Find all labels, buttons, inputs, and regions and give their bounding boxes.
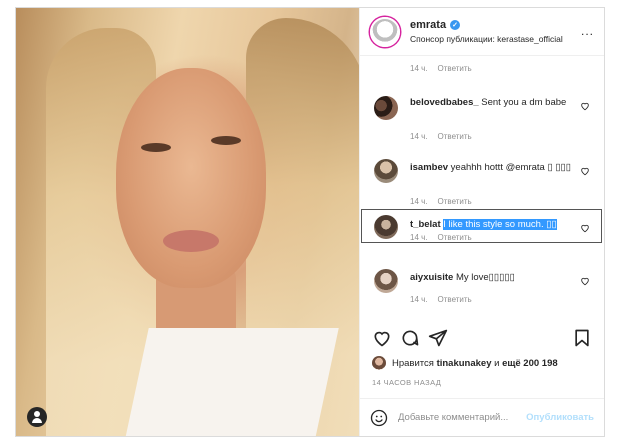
reply-button[interactable]: Ответить [438, 295, 472, 304]
liker-avatar[interactable] [372, 356, 386, 370]
likes-prefix: Нравится [392, 357, 434, 369]
post-photo[interactable] [16, 8, 359, 436]
publish-button[interactable]: Опубликовать [526, 412, 594, 423]
commenter-avatar[interactable] [374, 215, 398, 239]
sponsor-line[interactable]: Спонсор публикации: kerastase_official [410, 34, 563, 44]
comment-username[interactable]: t_belat [410, 219, 441, 230]
post-header: emrata ✓ Спонсор публикации: kerastase_o… [360, 8, 604, 56]
reply-button[interactable]: Ответить [438, 197, 472, 206]
likes-summary: Нравится tinakunakey и ещё 200 198 [372, 356, 596, 370]
heart-icon[interactable] [580, 276, 590, 286]
comment-icon[interactable] [400, 328, 420, 348]
heart-icon[interactable] [580, 101, 590, 111]
verified-icon: ✓ [450, 20, 461, 30]
heart-icon[interactable] [580, 223, 590, 233]
comment-time: 14 ч. [410, 295, 428, 304]
reply-button[interactable]: Ответить [438, 64, 472, 73]
comment-username[interactable]: isambev [410, 162, 448, 173]
more-options-button[interactable]: ... [581, 24, 594, 38]
commenter-avatar[interactable] [374, 159, 398, 183]
comment-username[interactable]: belovedbabes_ [410, 97, 479, 108]
photo-eye-right [211, 136, 241, 145]
comment-username[interactable]: aiyxuisite [410, 272, 453, 283]
photo-shirt [123, 328, 339, 436]
reply-button[interactable]: Ответить [438, 132, 472, 141]
commenter-avatar[interactable] [374, 96, 398, 120]
list-item: t_belat I like this style so much. ▯▯ 14… [360, 209, 604, 247]
likes-and: и [494, 357, 500, 369]
photo-face [116, 68, 266, 288]
post-actions [360, 328, 604, 354]
liker-username[interactable]: tinakunakey [437, 358, 492, 369]
post-modal: emrata ✓ Спонсор публикации: kerastase_o… [15, 7, 605, 437]
smile-icon[interactable] [370, 409, 388, 427]
comment-text: I like this style so much. ▯▯ [443, 219, 557, 230]
heart-icon[interactable] [372, 328, 392, 348]
comment-time: 14 ч. [410, 233, 428, 242]
comment-time: 14 ч. [410, 132, 428, 141]
comment-time: 14 ч. [410, 64, 428, 73]
comment-text: Sent you a dm babe [481, 97, 567, 108]
comment-input[interactable]: Добавьте комментарий... [398, 412, 526, 423]
commenter-avatar[interactable] [374, 269, 398, 293]
photo-lips [163, 230, 219, 252]
comment-text: yeahhh hottt @emrata ▯ ▯▯▯ [450, 162, 572, 173]
post-side-panel: emrata ✓ Спонсор публикации: kerastase_o… [359, 8, 604, 436]
comments-list[interactable]: 14 ч. Ответить belovedbabes_ Sent you a … [360, 56, 604, 320]
reply-button[interactable]: Ответить [438, 233, 472, 242]
share-icon[interactable] [428, 328, 448, 348]
post-time[interactable]: 14 ЧАСОВ НАЗАД [372, 378, 441, 387]
photo-eye-left [141, 143, 171, 152]
author-username[interactable]: emrata [410, 19, 446, 31]
likes-count[interactable]: ещё 200 198 [502, 358, 558, 369]
comment-composer: Добавьте комментарий... Опубликовать [360, 398, 604, 436]
comment-time: 14 ч. [410, 197, 428, 206]
comment-text: My love▯▯▯▯▯ [455, 272, 515, 283]
author-avatar[interactable] [370, 16, 400, 47]
bookmark-icon[interactable] [572, 328, 592, 348]
heart-icon[interactable] [580, 166, 590, 176]
user-tag-icon[interactable] [27, 407, 47, 427]
